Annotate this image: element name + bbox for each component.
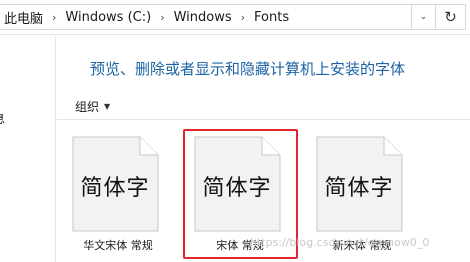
font-tile[interactable]: 简体字 新宋体 常规 [314, 133, 410, 253]
main-content: 预览、删除或者显示和隐藏计算机上安装的字体 组织 ▼ 简体字 华文宋体 常规 简… [57, 36, 470, 262]
organize-button[interactable]: 组织 ▼ [75, 98, 110, 115]
font-tile-selected[interactable]: 简体字 宋体 常规 [192, 133, 288, 253]
navigation-pane: 息 [0, 36, 56, 262]
font-document-icon: 简体字 [192, 133, 288, 233]
font-sample-text: 简体字 [324, 176, 394, 201]
font-document-icon: 简体字 [70, 133, 166, 233]
page-title: 预览、删除或者显示和隐藏计算机上安装的字体 [90, 60, 406, 78]
refresh-button[interactable]: ↻ [436, 4, 466, 30]
font-tile[interactable]: 简体字 华文宋体 常规 [70, 133, 166, 253]
caret-down-icon: ▼ [104, 102, 111, 111]
nav-item-label[interactable]: 息 [0, 110, 5, 127]
chevron-down-icon: ⌄ [419, 12, 428, 22]
font-sample-text: 简体字 [202, 176, 272, 201]
chevron-right-icon[interactable]: › [45, 11, 63, 24]
breadcrumb-windows-folder[interactable]: Windows [172, 10, 234, 25]
font-name-label: 华文宋体 常规 [83, 239, 153, 252]
breadcrumb-windows-drive[interactable]: Windows (C:) [63, 10, 153, 25]
font-document-icon: 简体字 [314, 133, 410, 233]
breadcrumb[interactable]: 此电脑 › Windows (C:) › Windows › Fonts [0, 4, 412, 30]
chevron-right-icon[interactable]: › [153, 11, 171, 24]
breadcrumb-fonts[interactable]: Fonts [252, 10, 291, 25]
address-history-button[interactable]: ⌄ [412, 4, 436, 30]
watermark-text: https://blog.csdn.net/qq_now0_0 [250, 236, 430, 249]
chevron-right-icon[interactable]: › [234, 11, 252, 24]
organize-label: 组织 [75, 100, 100, 114]
command-bar: 组织 ▼ [57, 90, 470, 120]
refresh-icon: ↻ [444, 8, 457, 26]
breadcrumb-this-pc[interactable]: 此电脑 [0, 8, 45, 27]
file-explorer-window: 此电脑 › Windows (C:) › Windows › Fonts ⌄ ↻… [0, 0, 470, 262]
font-sample-text: 简体字 [80, 176, 150, 201]
address-bar: 此电脑 › Windows (C:) › Windows › Fonts ⌄ ↻ [0, 0, 470, 35]
